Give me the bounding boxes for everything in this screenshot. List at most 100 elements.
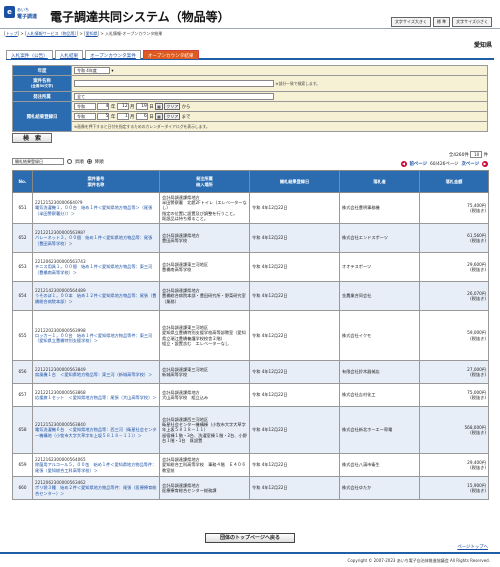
cell-case: 2212152300000563840 電気洗濯機６台 ＜愛知県地方物品等：西三河… [32,406,160,454]
case-name-input[interactable] [74,80,274,87]
org-delivery: 会計局調達課西三河地区 衛星社会センター機構棟（小牧市大字大草字年上坂５８１８－… [162,416,247,443]
col-date: 開札結果登録日 [249,170,340,193]
table-row: 652 221221230000056398? バレーネット３，００個 始め１件＜愛… [12,223,489,253]
cell-winner: オオテスポーツ [339,252,420,282]
font-larger-button[interactable]: 文字サイズ大きく [390,17,431,27]
tab-bid-results[interactable]: 入札結果 [54,50,84,59]
cell-amount: 27,000円 (税抜き) [419,360,489,384]
breadcrumb: [トップ] > [入札情報サービス（物品等）] > [愛知県] > 入札情報-オ… [4,31,163,36]
site-title: 電子調達共同システム（物品等） [50,10,230,24]
cell-case: 221221230000056398? バレーネット３，００個 始め１件＜愛知県地… [32,223,160,253]
to-year-input[interactable]: 5 [97,113,110,120]
search-form: 年度 令和 4年度 ▾ 案件名称 (全角50文字) ※部分一致で検索します。 発注… [12,65,488,132]
page-top-link[interactable]: ページトップへ [457,544,488,550]
org-select[interactable]: 全て [74,93,274,100]
cell-amount: 15,900円 (税抜き) [419,476,489,500]
from-day-input[interactable]: 19 [135,103,148,110]
calendar-to-icon[interactable]: ▦ [155,113,163,120]
to-day-input[interactable]: 6 [135,113,148,120]
org-delivery: 会計局調達課県地方 愛知総合工科高等学校 事務４階 Ｅ４０６ 教室前 [162,457,246,473]
cell-winner: 株式会社新北ホーエー寄電 [339,406,420,454]
winning-bidder: 株式会社イクモ [342,332,372,338]
case-name-link[interactable]: バレーネット３，００個 始め１件＜愛知県地方物品等：尾張（豊田高等学校）＞ [35,235,157,245]
tab-open-counter-results[interactable]: オープンカウンタ結果 [142,50,199,59]
cell-no: 659 [12,453,33,477]
back-to-top-page-button[interactable]: 団体のトップページへ戻る [205,533,295,543]
col-winner: 落札者 [339,170,420,193]
cell-org: 会計局調達課県地方 犬山高等学校 組立込み [159,383,250,407]
case-name-link[interactable]: テニス用具１，００個 始め１件＜愛知県地方物品等：東三河（豊橋南高等学校）＞ [35,264,157,274]
table-row: 658 2212152300000563840 電気洗濯機６台 ＜愛知県地方物品等：… [12,406,489,454]
tax-note: (税抜き) [470,430,486,435]
winning-bidder: 株式会社新北ホーエー寄電 [342,427,393,433]
cell-case: 2212142300000564489 うそのぼ１，００本 始め１２件＜愛知県地方… [32,281,160,311]
prev-page-link[interactable]: 前ページ [410,161,427,167]
calendar-hint: ※画像を押下すると日付を指定するためのカレンダーダイアログを表示します。 [74,123,210,129]
sort-field-select[interactable]: 開札結果登録日 [12,158,64,165]
breadcrumb-top[interactable]: トップ [6,31,18,36]
tab-open-counter-cases[interactable]: オープンカウンタ案件 [85,50,141,59]
tax-note: (税抜き) [470,208,486,213]
tax-note: (税抜き) [470,488,486,493]
cell-no: 651 [12,192,33,224]
next-arrow-icon: ▶ [482,161,488,167]
case-name-link[interactable]: ポリ袋３種 始め２件＜愛知県地方物品等件：尾張（医療療育総合センター）＞ [35,485,157,495]
case-name-link[interactable]: 応援旗１セット ＜愛知県地方物品等：尾張（大山高等学校）＞ [35,395,157,400]
cell-case: 2212212300000563868 応援旗１セット ＜愛知県地方物品等：尾張（… [32,383,160,407]
clear-to-button[interactable]: クリア [164,113,181,120]
cell-org: 会計局調達課東三河地区 新城高等学校 [159,360,250,384]
next-page-link[interactable]: 次ページ [462,161,479,167]
clear-from-button[interactable]: クリア [164,103,181,110]
table-row: 656 2212212300000563849 扇風機１台 ＜愛知県地方物品等：東三… [12,360,489,384]
breadcrumb-current: 入札情報-オープンカウンタ結果 [105,31,163,36]
to-month-input[interactable]: 1 [116,113,129,120]
cell-date: 令和 4年12月22日 [249,252,340,282]
tab-bid-announcement[interactable]: 入札案件（公告） [6,50,53,59]
prefecture-name: 愛知県 [473,42,492,49]
case-name-link[interactable]: 電気洗濯機６台 ＜愛知県地方物品等：西三河（衛星社会センター機構地（小牧市大字大… [35,427,157,437]
cell-winner: 有限会社鈴木器械店 [339,360,420,384]
cell-winner: 金農業合同会社 [339,281,420,311]
row-no: 651 [18,205,27,211]
case-name-link[interactable]: ロッカー１，００台 始め１件＜愛知県地方物品等件：東三河（愛知県立豊橋特別支援学… [35,333,157,343]
from-year-input[interactable]: 4 [97,103,110,110]
org-label: 発注所属 [12,91,72,102]
cell-no: 660 [12,476,33,500]
row-no: 655 [18,332,27,338]
cell-date: 令和 4年12月22日 [249,281,340,311]
row-no: 660 [18,485,27,491]
case-name-link[interactable]: 扇風機１台 ＜愛知県地方物品等：東三河（新城高等学校）＞ [35,372,157,377]
cell-org: 会計局調達課県地方 医療療育総合センター総務課 [159,476,250,500]
cell-winner: 株式会社八滿市衛生 [339,453,420,477]
cell-amount: 29,600円 (税抜き) [419,252,489,282]
font-standard-button[interactable]: 標 準 [432,17,451,27]
case-name-link[interactable]: 電気洗濯機１，００台 始め１件＜愛知県地方物品等＞（尾張（半田警察署分））＞ [35,205,157,215]
row-no: 653 [18,264,27,270]
breadcrumb-bid-info[interactable]: 入札情報サービス（物品等） [27,31,77,36]
org-delivery: 会計局調達課県地方 豊橋総合病院本部・豊田研究所・野菜研究室（業務） [162,288,246,304]
sort-controls: 開札結果登録日 昇順 降順 [12,158,104,165]
cell-org: 会計局調達課東三河地区 豊橋南高等学校 [159,252,250,282]
per-page-select[interactable]: 10 [470,151,483,158]
font-smaller-button[interactable]: 文字サイズ小さく [452,17,492,27]
case-name-link[interactable]: 除菌用アルコール５，００缶 始め１件＜愛知県地方物品等件：尾張（愛知総合工科高等… [35,462,157,472]
cell-amount: 568,000円 (税抜き) [419,406,489,454]
year-select[interactable]: 令和 4年度 [74,67,110,74]
org-delivery: 会計局調達課県地方 医療療育総合センター総務課 [162,482,217,493]
calendar-from-icon[interactable]: ▦ [155,103,163,110]
breadcrumb-prefecture[interactable]: 愛知県 [86,31,98,36]
from-era-select[interactable]: 令和 [74,103,96,110]
sort-asc-radio[interactable] [67,159,72,164]
chevron-down-icon: ▾ [111,69,114,74]
site-logo[interactable]: e あいち 電子調達 [4,6,49,26]
search-button[interactable]: 検 索 [12,133,52,143]
tax-note: (税抜き) [470,465,486,470]
case-name-link[interactable]: うそのぼ１，００本 始め１２件＜愛知県地方物品等：尾張（豊橋総合病院本部）＞ [35,293,157,303]
sort-asc-label: 昇順 [75,159,84,165]
cell-winner: 株式会社イクモ [339,310,420,361]
to-era-select[interactable]: 令和 [74,113,96,120]
from-month-input[interactable]: 12 [116,103,129,110]
sort-desc-radio[interactable] [86,159,92,164]
cell-no: 652 [12,223,33,253]
row-no: 652 [18,235,27,241]
